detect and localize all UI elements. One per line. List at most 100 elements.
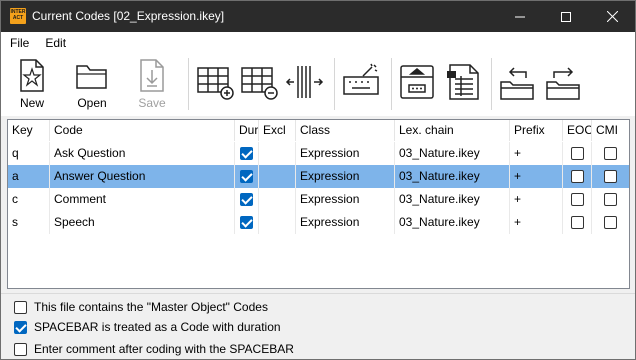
save-button[interactable]: Save — [133, 58, 171, 112]
menu-edit[interactable]: Edit — [36, 32, 73, 54]
class-cell[interactable]: Expression — [296, 211, 395, 234]
key-cell[interactable]: s — [8, 211, 50, 234]
column-header-prefix[interactable]: Prefix — [510, 120, 563, 141]
remove-row-button[interactable] — [240, 58, 280, 112]
code-cell[interactable]: Answer Question — [50, 165, 235, 188]
lex-chain-cell[interactable]: 03_Nature.ikey — [395, 165, 510, 188]
grid-header: Key Code Dur Excl Class Lex. chain Prefi… — [8, 120, 629, 141]
open-folder-icon — [76, 58, 108, 94]
export-button[interactable] — [544, 58, 584, 112]
lex-chain-cell[interactable]: 03_Nature.ikey — [395, 188, 510, 211]
column-header-eoc[interactable]: EOC — [563, 120, 592, 141]
toolbar-separator — [188, 58, 189, 110]
key-cell[interactable]: q — [8, 142, 50, 165]
code-cell[interactable]: Comment — [50, 188, 235, 211]
prefix-cell[interactable]: + — [510, 188, 563, 211]
table-row[interactable]: c Comment Expression 03_Nature.ikey + — [8, 188, 629, 211]
eoc-cell — [563, 188, 592, 211]
cmi-checkbox[interactable] — [604, 193, 617, 206]
dur-cell — [235, 165, 259, 188]
key-cell[interactable]: a — [8, 165, 50, 188]
export-folder-icon — [544, 58, 584, 106]
eoc-checkbox[interactable] — [570, 216, 584, 229]
split-columns-button[interactable] — [285, 58, 325, 112]
cmi-cell — [592, 142, 629, 165]
screen-keyboard-button[interactable] — [396, 58, 438, 112]
new-button[interactable]: New — [13, 58, 51, 112]
prefix-cell[interactable]: + — [510, 211, 563, 234]
new-file-icon — [18, 58, 46, 94]
dur-cell — [235, 142, 259, 165]
title-bar[interactable]: INTER ACT Current Codes [02_Expression.i… — [1, 1, 635, 32]
master-object-option[interactable]: This file contains the "Master Object" C… — [14, 300, 268, 314]
dur-checkbox[interactable] — [240, 216, 253, 229]
eoc-cell — [563, 211, 592, 234]
master-object-label: This file contains the "Master Object" C… — [34, 300, 268, 314]
new-label: New — [19, 96, 44, 110]
menu-file[interactable]: File — [1, 32, 36, 54]
open-label: Open — [77, 96, 107, 110]
open-button[interactable]: Open — [71, 58, 113, 112]
close-button[interactable] — [589, 1, 635, 32]
toolbar-separator — [391, 58, 392, 110]
cmi-cell — [592, 165, 629, 188]
dur-checkbox[interactable] — [240, 193, 253, 206]
dur-checkbox[interactable] — [240, 147, 253, 160]
split-columns-icon — [285, 58, 325, 106]
dur-checkbox[interactable] — [240, 170, 253, 183]
app-icon-text: INTER ACT — [10, 9, 26, 21]
import-button[interactable] — [498, 58, 538, 112]
cmi-checkbox[interactable] — [604, 170, 617, 183]
eoc-checkbox[interactable] — [570, 147, 584, 160]
column-header-dur[interactable]: Dur — [235, 120, 259, 141]
cmi-checkbox[interactable] — [604, 147, 617, 160]
dur-cell — [235, 188, 259, 211]
add-row-button[interactable] — [196, 58, 236, 112]
eoc-checkbox[interactable] — [570, 193, 584, 206]
eoc-cell — [563, 142, 592, 165]
window-title: Current Codes [02_Expression.ikey] — [32, 9, 225, 23]
spacebar-comment-label: Enter comment after coding with the SPAC… — [34, 342, 294, 356]
column-header-code[interactable]: Code — [50, 120, 235, 141]
lex-chain-cell[interactable]: 03_Nature.ikey — [395, 142, 510, 165]
column-header-cmi[interactable]: CMI — [592, 120, 629, 141]
add-row-icon — [196, 58, 236, 106]
prefix-cell[interactable]: + — [510, 142, 563, 165]
spacebar-comment-checkbox[interactable] — [14, 342, 27, 356]
excl-cell — [259, 142, 296, 165]
minimize-button[interactable] — [497, 1, 543, 32]
key-cell[interactable]: c — [8, 188, 50, 211]
spacebar-duration-option[interactable]: SPACEBAR is treated as a Code with durat… — [14, 320, 281, 334]
class-cell[interactable]: Expression — [296, 165, 395, 188]
spacebar-duration-checkbox[interactable] — [14, 320, 27, 334]
column-header-class[interactable]: Class — [296, 120, 395, 141]
excl-cell — [259, 165, 296, 188]
cmi-cell — [592, 188, 629, 211]
spacebar-comment-option[interactable]: Enter comment after coding with the SPAC… — [14, 342, 294, 356]
class-cell[interactable]: Expression — [296, 188, 395, 211]
codes-grid[interactable]: Key Code Dur Excl Class Lex. chain Prefi… — [7, 119, 630, 289]
class-cell[interactable]: Expression — [296, 142, 395, 165]
spreadsheet-list-icon — [444, 58, 484, 106]
prefix-cell[interactable]: + — [510, 165, 563, 188]
column-header-key[interactable]: Key — [8, 120, 50, 141]
keyboard-wand-button[interactable] — [340, 58, 382, 112]
column-header-lex-chain[interactable]: Lex. chain — [395, 120, 510, 141]
master-object-checkbox[interactable] — [14, 300, 27, 314]
maximize-button[interactable] — [543, 1, 589, 32]
lex-chain-cell[interactable]: 03_Nature.ikey — [395, 211, 510, 234]
eoc-checkbox[interactable] — [570, 170, 584, 183]
options-panel: This file contains the "Master Object" C… — [1, 293, 635, 359]
column-header-excl[interactable]: Excl — [259, 120, 296, 141]
close-icon — [606, 11, 618, 22]
cmi-checkbox[interactable] — [604, 216, 617, 229]
code-cell[interactable]: Speech — [50, 211, 235, 234]
table-row[interactable]: q Ask Question Expression 03_Nature.ikey + — [8, 142, 629, 165]
spreadsheet-list-button[interactable] — [443, 58, 485, 112]
spacebar-duration-label: SPACEBAR is treated as a Code with durat… — [34, 320, 281, 334]
table-row[interactable]: s Speech Expression 03_Nature.ikey + — [8, 211, 629, 234]
code-cell[interactable]: Ask Question — [50, 142, 235, 165]
menu-bar: File Edit — [1, 32, 635, 54]
dur-cell — [235, 211, 259, 234]
table-row[interactable]: a Answer Question Expression 03_Nature.ikey… — [8, 165, 629, 188]
